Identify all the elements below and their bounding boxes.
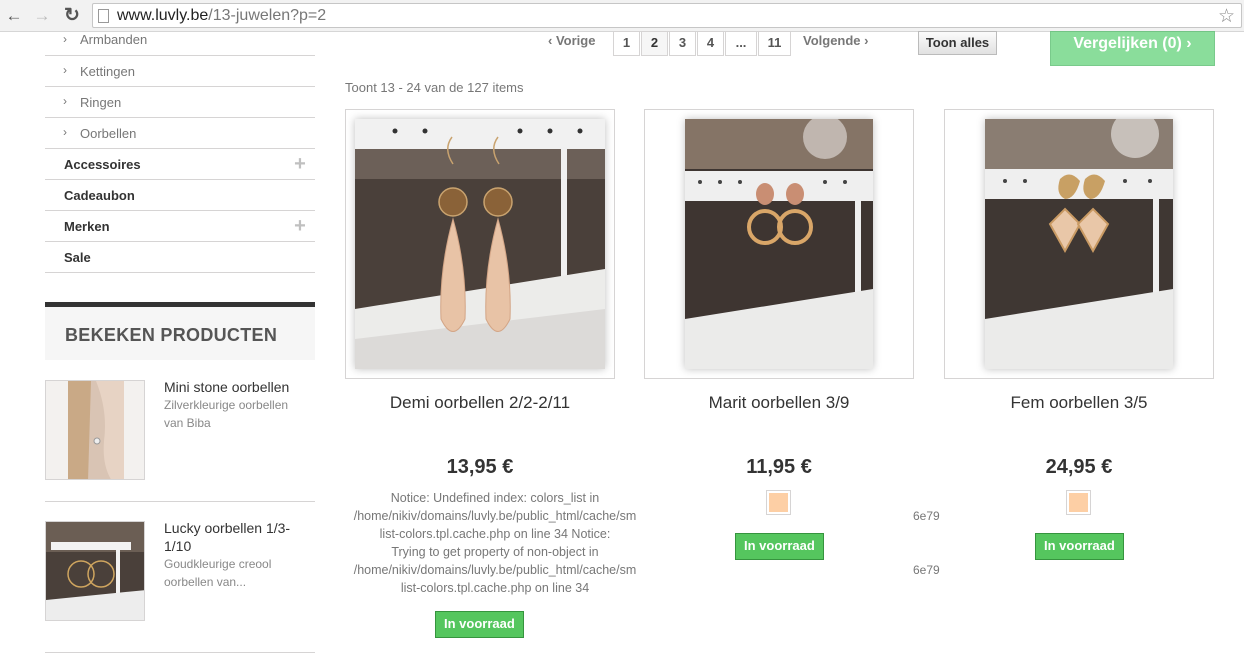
bookmark-star-icon[interactable]: ☆ <box>1218 5 1235 28</box>
chevron-right-icon: › <box>63 63 67 77</box>
viewed-product-description: Goudkleurige creool oorbellen van... <box>164 557 272 589</box>
product-name[interactable]: Fem oorbellen 3/5 <box>944 393 1214 413</box>
page-link-4[interactable]: 4 <box>697 31 724 56</box>
product-image[interactable] <box>685 119 873 369</box>
compare-button[interactable]: Vergelijken (0) › <box>1050 31 1215 66</box>
category-label: Accessoires <box>64 157 141 172</box>
subcategory-armbanden[interactable]: › Armbanden <box>45 32 315 56</box>
product-image[interactable] <box>985 119 1173 369</box>
product-price: 13,95 € <box>446 456 514 478</box>
category-merken[interactable]: Merken + <box>45 211 315 242</box>
reload-icon[interactable]: ↻ <box>62 6 82 26</box>
color-swatch-fill <box>1069 493 1088 512</box>
category-label: Cadeaubon <box>64 188 135 203</box>
color-swatch-fill <box>769 493 788 512</box>
php-notice-fragment: 6e79 <box>913 509 940 523</box>
divider <box>45 501 315 502</box>
pagination-previous[interactable]: ‹ Vorige <box>548 33 595 48</box>
category-sidebar: › Armbanden › Kettingen › Ringen › Oorbe… <box>45 32 315 273</box>
address-bar[interactable]: www.luvly.be/13-juwelen?p=2 ☆ <box>92 3 1242 28</box>
php-notice-fragment: 6e79 <box>913 563 940 577</box>
product-image[interactable] <box>355 119 605 369</box>
pagination-next[interactable]: Volgende › <box>803 33 869 48</box>
in-stock-badge: In voorraad <box>435 611 524 638</box>
viewed-product-thumbnail[interactable] <box>45 521 145 621</box>
subcategory-label: Armbanden <box>80 32 148 47</box>
viewed-product-description: Zilverkleurige oorbellen van Biba <box>164 398 289 430</box>
viewed-product-name[interactable]: Lucky oorbellen 1/3-1/10 <box>164 519 304 555</box>
chevron-right-icon: › <box>1181 35 1192 52</box>
chevron-right-icon: › <box>63 125 67 139</box>
chevron-left-icon: ‹ <box>548 33 556 48</box>
subcategory-kettingen[interactable]: › Kettingen <box>45 56 315 87</box>
page-link-3[interactable]: 3 <box>669 31 696 56</box>
color-swatch[interactable] <box>1066 490 1091 515</box>
subcategory-label: Ringen <box>80 95 122 110</box>
subcategory-label: Oorbellen <box>80 126 137 141</box>
viewed-product-name[interactable]: Mini stone oorbellen <box>164 378 304 396</box>
subcategory-label: Kettingen <box>80 64 135 79</box>
color-swatch[interactable] <box>766 490 791 515</box>
product-image-frame[interactable] <box>345 109 615 379</box>
product-name[interactable]: Demi oorbellen 2/2-2/11 <box>345 393 615 413</box>
browser-toolbar: ← → ↻ www.luvly.be/13-juwelen?p=2 ☆ <box>0 0 1244 32</box>
category-label: Sale <box>64 250 91 265</box>
subcategory-ringen[interactable]: › Ringen <box>45 87 315 118</box>
category-cadeaubon[interactable]: Cadeaubon <box>45 180 315 211</box>
back-arrow-icon[interactable]: ← <box>4 6 24 26</box>
page-link-1[interactable]: 1 <box>613 31 640 56</box>
subcategory-oorbellen[interactable]: › Oorbellen <box>45 118 315 149</box>
product-price: 11,95 € <box>746 456 812 478</box>
page-ellipsis: ... <box>725 31 757 56</box>
chevron-right-icon: › <box>63 32 67 46</box>
page-link-11[interactable]: 11 <box>758 31 791 56</box>
page-icon <box>98 9 109 23</box>
forward-arrow-icon[interactable]: → <box>32 6 52 26</box>
category-label: Merken <box>64 219 110 234</box>
viewed-products-heading: BEKEKEN PRODUCTEN <box>45 302 315 360</box>
expand-plus-icon[interactable]: + <box>285 151 315 177</box>
viewed-product-thumbnail[interactable] <box>45 380 145 480</box>
url-host: www.luvly.be <box>117 7 209 24</box>
url-text: www.luvly.be/13-juwelen?p=2 <box>117 7 326 25</box>
chevron-right-icon: › <box>860 33 869 48</box>
compare-label: Vergelijken (0) <box>1073 35 1182 52</box>
pagination-previous-label: Vorige <box>555 33 596 48</box>
category-accessoires[interactable]: Accessoires + <box>45 149 315 180</box>
results-count: Toont 13 - 24 van de 127 items <box>345 80 524 95</box>
show-all-button[interactable]: Toon alles <box>918 31 997 55</box>
pagination-next-label: Volgende <box>803 33 861 48</box>
url-path: /13-juwelen?p=2 <box>208 7 327 24</box>
viewed-products-title: BEKEKEN PRODUCTEN <box>65 325 278 345</box>
in-stock-badge: In voorraad <box>735 533 824 560</box>
product-image-frame[interactable] <box>944 109 1214 379</box>
divider <box>45 652 315 653</box>
chevron-right-icon: › <box>63 94 67 108</box>
in-stock-badge: In voorraad <box>1035 533 1124 560</box>
php-notice-text: Notice: Undefined index: colors_list in … <box>353 491 637 595</box>
product-name[interactable]: Marit oorbellen 3/9 <box>644 393 914 413</box>
category-sale[interactable]: Sale <box>45 242 315 273</box>
expand-plus-icon[interactable]: + <box>285 213 315 239</box>
page-link-2-current[interactable]: 2 <box>641 31 668 56</box>
product-image-frame[interactable] <box>644 109 914 379</box>
product-price: 24,95 € <box>1045 456 1113 478</box>
